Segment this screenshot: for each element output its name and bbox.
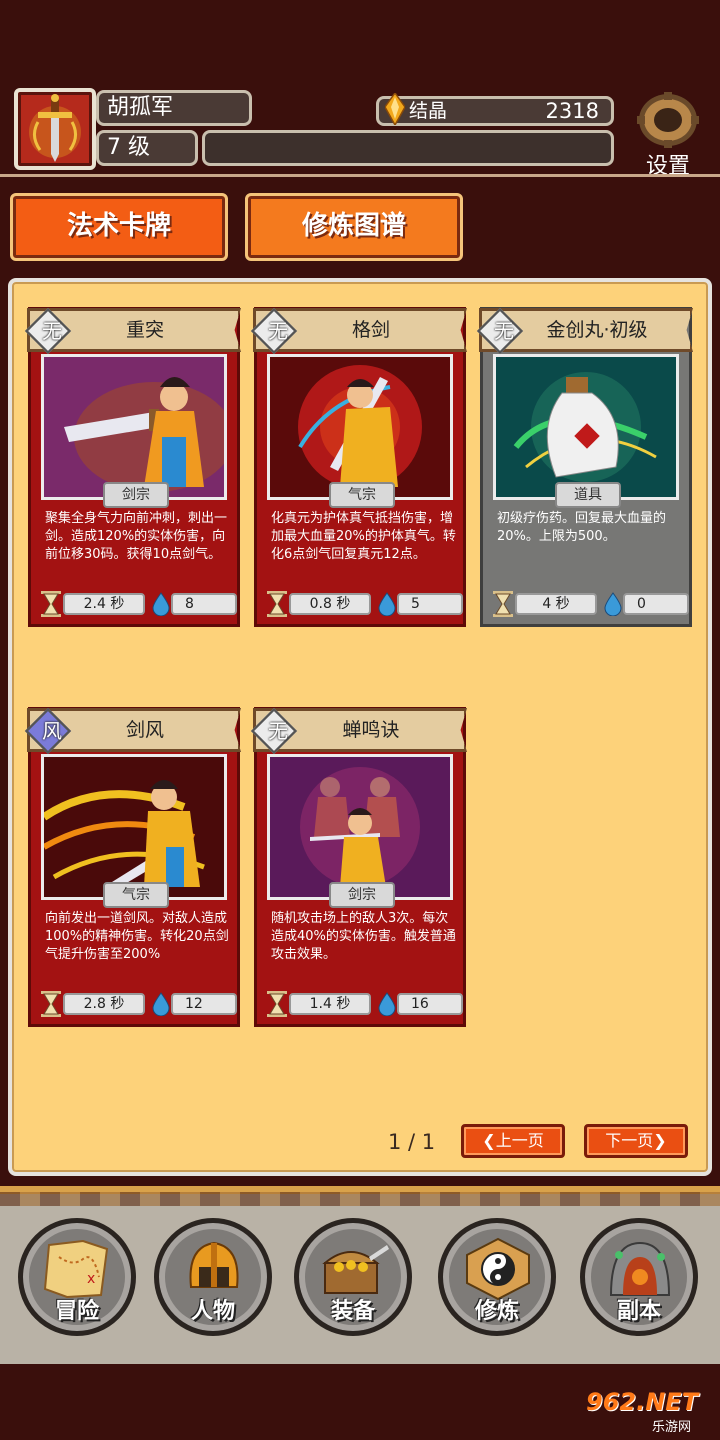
card-art	[41, 354, 227, 500]
card-description: 聚集全身气力向前冲刺，刺出一剑。造成120%的实体伤害，向前位移30码。获得10…	[45, 511, 228, 562]
card-type-tag: 气宗	[329, 482, 395, 508]
card-stats: 1.4 秒 16	[267, 991, 463, 1017]
card-art	[41, 754, 227, 900]
header-divider	[0, 174, 720, 177]
water-drop-icon	[378, 592, 396, 616]
cooldown-value: 2.4 秒	[63, 593, 145, 615]
cave-portal-icon	[609, 1241, 671, 1296]
nav-dungeon-button[interactable]: 副本	[580, 1218, 698, 1336]
element-label: 无	[494, 319, 514, 343]
card-description: 向前发出一道剑风。对敌人造成100%的精神伤害。转化20点剑气提升伤害至200%	[45, 911, 229, 962]
card-description: 初级疗伤药。回复最大血量的20%。上限为500。	[497, 511, 667, 544]
element-label: 无	[42, 319, 62, 343]
card-stats: 2.4 秒 8	[41, 591, 237, 617]
page-indicator: 1 / 1	[388, 1130, 436, 1154]
card-art	[267, 354, 453, 500]
medicine-bottle-art	[496, 357, 676, 497]
watermark-main: 962.NET	[586, 1388, 699, 1416]
player-name: 胡孤军	[96, 90, 252, 126]
gear-icon	[637, 92, 699, 148]
hourglass-icon	[267, 991, 287, 1017]
water-drop-icon	[604, 592, 622, 616]
water-drop-icon	[152, 592, 170, 616]
swordsman-block-art	[270, 357, 450, 497]
watermark-sub: 乐游网	[652, 1420, 692, 1435]
card-stats: 0.8 秒 5	[267, 591, 463, 617]
swordsman-thrust-art	[44, 357, 224, 497]
hourglass-icon	[41, 591, 61, 617]
hourglass-icon	[41, 991, 61, 1017]
water-drop-icon	[152, 992, 170, 1016]
tab-spell-cards[interactable]: 法术卡牌	[10, 193, 228, 261]
card-description: 随机攻击场上的敌人3次。每次造成40%的实体伤害。触发普通攻击效果。	[271, 911, 456, 962]
card-type-tag: 道具	[555, 482, 621, 508]
nav-equipment-button[interactable]: 装备	[294, 1218, 412, 1336]
element-label: 风	[42, 719, 62, 743]
nav-character-button[interactable]: 人物	[154, 1218, 272, 1336]
card-jianfeng[interactable]: 剑风 风 气宗 向前发出一道剑风。对敌人造成100%的精神伤害。转化20点剑气提…	[24, 707, 241, 1027]
card-art	[493, 354, 679, 500]
nav-label: 装备	[330, 1299, 375, 1324]
prev-page-button[interactable]: ❮上一页	[461, 1124, 565, 1158]
cooldown-value: 2.8 秒	[63, 993, 145, 1015]
card-chongtu[interactable]: 重突 无 剑宗 聚集全身气力向前冲刺，刺出一剑。造成120%的实体伤害，向前位移…	[24, 307, 241, 627]
card-type-tag: 剑宗	[329, 882, 395, 908]
experience-bar	[202, 130, 614, 166]
nav-label: 副本	[616, 1299, 661, 1324]
nav-adventure-button[interactable]: x 冒险	[18, 1218, 136, 1336]
card-jinchuangwan[interactable]: 金创丸·初级 无 道具 初级疗伤药。回复最大血量的20%。上限为500。 4 秒…	[476, 307, 693, 627]
hourglass-icon	[267, 591, 287, 617]
cooldown-value: 4 秒	[515, 593, 597, 615]
watermark-logo: 962.NET 乐游网	[586, 1388, 714, 1435]
map-icon: x	[43, 1239, 109, 1299]
nav-label: 修炼	[474, 1299, 519, 1324]
nav-label: 人物	[190, 1299, 235, 1324]
sword-emblem-icon	[29, 94, 81, 162]
helmet-icon	[189, 1241, 239, 1288]
hourglass-icon	[493, 591, 513, 617]
nav-training-button[interactable]: 修炼	[438, 1218, 556, 1336]
cooldown-value: 0.8 秒	[289, 593, 371, 615]
energy-cost: 5	[397, 593, 463, 615]
sword-wind-art	[44, 757, 224, 897]
card-stats: 2.8 秒 12	[41, 991, 237, 1017]
player-header: 胡孤军 7 级 结晶 2318 设置	[0, 80, 720, 180]
player-avatar[interactable]	[14, 88, 96, 170]
card-art	[267, 754, 453, 900]
crystal-value: 2318	[545, 99, 599, 123]
treasure-chest-icon	[322, 1245, 389, 1294]
water-drop-icon	[378, 992, 396, 1016]
card-chanmingjue[interactable]: 蝉鸣诀 无 剑宗 随机攻击场上的敌人3次。每次造成40%的实体伤害。触发普通攻击…	[250, 707, 467, 1027]
svg-text:x: x	[87, 1271, 95, 1287]
crystal-label: 结晶	[409, 100, 448, 122]
card-stats: 4 秒 0	[493, 591, 689, 617]
energy-cost: 16	[397, 993, 463, 1015]
card-type-tag: 气宗	[103, 882, 169, 908]
energy-cost: 0	[623, 593, 689, 615]
energy-cost: 12	[171, 993, 237, 1015]
card-description: 化真元为护体真气抵挡伤害，增加最大血量20%的护体真气。转化6点剑气回复真元12…	[271, 511, 456, 562]
player-level: 7 级	[96, 130, 198, 166]
cooldown-value: 1.4 秒	[289, 993, 371, 1015]
next-page-button[interactable]: 下一页❯	[584, 1124, 688, 1158]
energy-cost: 8	[171, 593, 237, 615]
element-label: 无	[268, 319, 288, 343]
crystal-icon	[385, 93, 405, 125]
multi-strike-art	[270, 757, 450, 897]
tab-training-atlas[interactable]: 修炼图谱	[245, 193, 463, 261]
nav-label: 冒险	[54, 1299, 99, 1324]
yin-yang-icon	[466, 1237, 530, 1301]
card-gejian[interactable]: 格剑 无 气宗 化真元为护体真气抵挡伤害，增加最大血量20%的护体真气。转化6点…	[250, 307, 467, 627]
element-label: 无	[268, 719, 288, 743]
settings-button[interactable]: 设置	[628, 92, 708, 180]
crystal-counter: 结晶 2318	[376, 93, 614, 126]
card-type-tag: 剑宗	[103, 482, 169, 508]
